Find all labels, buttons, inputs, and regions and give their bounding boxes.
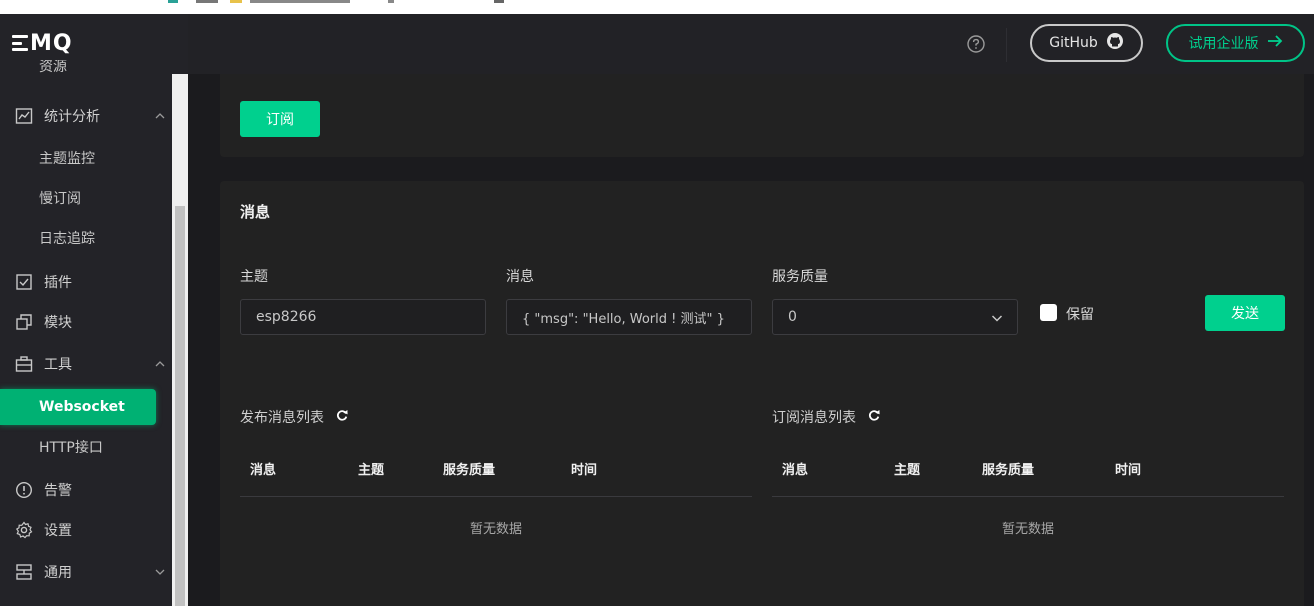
sidebar-group-general[interactable]: 通用 (0, 554, 172, 590)
sidebar-group-analytics[interactable]: 统计分析 (0, 98, 172, 134)
emq-logo-bars-icon (12, 35, 28, 51)
column-header: 主题 (358, 463, 385, 478)
chevron-down-icon (154, 566, 166, 578)
message-label: 消息 (506, 269, 534, 285)
retain-checkbox[interactable] (1040, 304, 1057, 321)
refresh-icon[interactable] (336, 409, 348, 425)
bookmark-icon (168, 0, 178, 3)
modules-icon (15, 313, 33, 331)
sidebar-item-websocket[interactable]: Websocket (0, 389, 156, 425)
column-header: 消息 (782, 463, 809, 478)
gear-icon (15, 521, 33, 539)
header-divider (1006, 28, 1007, 62)
question-circle-icon[interactable] (966, 34, 986, 54)
emq-logo[interactable]: MQ (12, 31, 73, 56)
sidebar-group-tools[interactable]: 工具 (0, 346, 172, 382)
chart-line-icon (15, 107, 33, 125)
sidebar-item-resources[interactable]: 资源 (0, 60, 172, 88)
subscribed-empty-text: 暂无数据 (1001, 522, 1054, 537)
chevron-up-icon (154, 110, 166, 122)
column-header: 服务质量 (982, 463, 1035, 478)
sidebar-scrollbar-thumb[interactable] (175, 206, 185, 606)
subscribe-card: 订阅 (220, 74, 1304, 157)
github-icon (1106, 32, 1124, 54)
column-header: 服务质量 (443, 463, 496, 478)
published-table-header: 消息 主题 服务质量 时间 (240, 447, 752, 497)
column-header: 消息 (250, 463, 277, 478)
topic-input[interactable]: esp8266 (240, 299, 486, 335)
sidebar-menu: 资源 统计分析 主题监控 慢订阅 日志追踪 插件 模块 工具 Websocket… (0, 60, 172, 606)
checkbox-icon (15, 273, 33, 291)
retain-label: 保留 (1066, 307, 1094, 323)
topic-label: 主题 (240, 269, 268, 285)
column-header: 主题 (894, 463, 921, 478)
alert-circle-icon (15, 481, 33, 499)
arrow-right-icon (1267, 34, 1283, 52)
subscribe-button[interactable]: 订阅 (240, 101, 320, 137)
toolbox-icon (15, 355, 33, 373)
sidebar-item-alarms[interactable]: 告警 (0, 472, 172, 508)
qos-label: 服务质量 (772, 269, 828, 285)
chevron-down-icon (991, 312, 1003, 328)
refresh-icon[interactable] (868, 409, 880, 425)
message-section-title: 消息 (240, 203, 271, 221)
chevron-up-icon (154, 358, 166, 370)
sidebar-item-http-api[interactable]: HTTP接口 (0, 429, 172, 465)
published-empty-text: 暂无数据 (469, 522, 522, 537)
sidebar: MQ 资源 统计分析 主题监控 慢订阅 日志追踪 插件 模块 工具 Websoc… (0, 14, 188, 606)
column-header: 时间 (571, 463, 598, 478)
sidebar-item-log-trace[interactable]: 日志追踪 (0, 220, 172, 256)
browser-bookmark-strip (0, 0, 1314, 14)
bookmark-text-fragment (250, 0, 350, 3)
sidebar-scrollbar[interactable] (172, 74, 188, 606)
subscribed-list-title: 订阅消息列表 (772, 407, 880, 427)
sidebar-item-modules[interactable]: 模块 (0, 304, 172, 340)
general-icon (15, 563, 33, 581)
folder-icon (230, 0, 242, 3)
published-list-title: 发布消息列表 (240, 407, 348, 427)
top-header: GitHub 试用企业版 (188, 14, 1314, 74)
bookmark-text-fragment (196, 0, 218, 3)
bookmark-text-fragment (388, 0, 394, 3)
subscribed-table-header: 消息 主题 服务质量 时间 (772, 447, 1284, 497)
column-header: 时间 (1115, 463, 1142, 478)
message-card: 消息 主题 esp8266 消息 { "msg": "Hello, World … (220, 181, 1304, 606)
sidebar-item-settings[interactable]: 设置 (0, 512, 172, 548)
github-button[interactable]: GitHub (1030, 24, 1143, 62)
send-button[interactable]: 发送 (1205, 295, 1285, 331)
sidebar-item-topic-monitor[interactable]: 主题监控 (0, 140, 172, 176)
message-input[interactable]: { "msg": "Hello, World ! 测试" } (506, 299, 752, 335)
qos-select[interactable]: 0 (772, 299, 1018, 335)
try-enterprise-button[interactable]: 试用企业版 (1166, 24, 1305, 62)
sidebar-item-plugins[interactable]: 插件 (0, 264, 172, 300)
sidebar-item-slow-subscriptions[interactable]: 慢订阅 (0, 180, 172, 216)
bookmark-text-fragment (494, 0, 504, 3)
